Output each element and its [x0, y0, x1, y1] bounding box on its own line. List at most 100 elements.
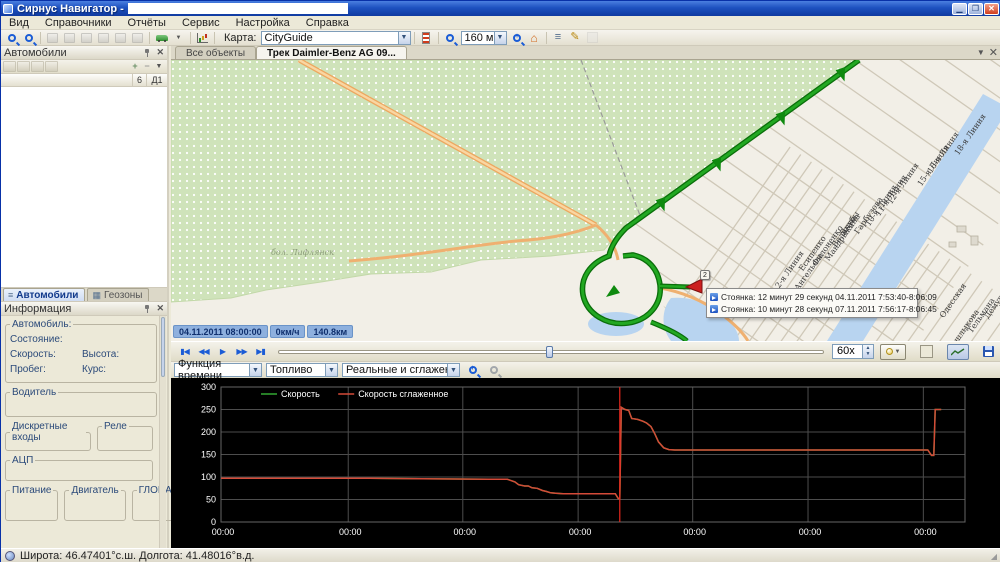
list-icon[interactable]: ≡	[550, 31, 567, 45]
copy-icon[interactable]	[61, 31, 78, 45]
zoom-icon[interactable]	[20, 31, 37, 45]
driver-group: Водитель	[5, 387, 157, 417]
vehicles-list[interactable]	[1, 87, 167, 288]
edit-icon[interactable]	[44, 31, 61, 45]
remove-icon[interactable]: −	[141, 61, 153, 72]
export-icon[interactable]	[17, 61, 30, 72]
resize-grip[interactable]: ◢	[991, 552, 997, 561]
pin-icon[interactable]	[143, 304, 151, 314]
svg-text:00:00: 00:00	[212, 527, 235, 537]
note-edit-icon[interactable]: ✎	[567, 31, 584, 45]
app-window: Сирнус Навигатор - ▁ ❐ ✕ Вид Справочники…	[0, 0, 1000, 562]
pin-icon[interactable]	[143, 48, 151, 58]
window-title: Сирнус Навигатор -	[17, 3, 124, 15]
option-checkbox[interactable]	[920, 345, 933, 358]
track-highlight-button[interactable]: ▼	[880, 344, 906, 360]
map-combo-label: Карта:	[224, 32, 257, 44]
hud-datetime: 04.11.2011 08:00:00	[173, 325, 268, 338]
vehicle-icon[interactable]	[153, 31, 170, 45]
speed-chart[interactable]: 05010015020025030000:0000:0000:0000:0000…	[171, 378, 1000, 548]
speed-label: Скорость:	[10, 349, 82, 360]
column-d1[interactable]: Д1	[147, 74, 167, 86]
tab-geozones[interactable]: ▦ Геозоны	[87, 288, 149, 301]
zoom-out-icon[interactable]: –	[442, 31, 459, 45]
marker-count-badge[interactable]: 2	[700, 270, 710, 280]
map-small-icon: ▦	[92, 290, 101, 301]
zoom-in-icon[interactable]: +	[509, 31, 526, 45]
map-scale-combo[interactable]: 160 м ▼	[461, 31, 507, 45]
list-small-icon: ≡	[8, 290, 13, 300]
svg-text:300: 300	[201, 382, 216, 392]
combo-arrow-icon[interactable]: ▼	[325, 364, 337, 376]
timeline-slider-handle[interactable]	[546, 346, 553, 358]
add-icon[interactable]: +	[129, 61, 141, 72]
tab-all-objects[interactable]: Все объекты	[175, 46, 256, 59]
adc-label: АЦП	[10, 455, 35, 466]
tab-track[interactable]: Трек Daimler-Benz AG 09...	[256, 46, 407, 59]
graph-icon[interactable]	[194, 31, 211, 45]
state-label: Состояние:	[10, 334, 82, 345]
globe-small-icon[interactable]	[31, 61, 44, 72]
chart-zoom-in-icon[interactable]: +	[464, 363, 481, 377]
map-source-combo[interactable]: CityGuide ▼	[261, 31, 411, 45]
table-icon[interactable]	[112, 31, 129, 45]
report-icon[interactable]	[129, 31, 146, 45]
main-toolbar: ▼ Карта: CityGuide ▼ – 160 м ▼ + ⌂ ≡ ✎	[1, 30, 1000, 46]
height-label: Высота:	[82, 349, 119, 360]
menu-servis[interactable]: Сервис	[174, 16, 228, 30]
undo-icon[interactable]	[78, 31, 95, 45]
map-area-label: бол. Лифлянск	[271, 248, 334, 257]
minimize-button[interactable]: ▁	[952, 3, 967, 15]
timeline-slider[interactable]	[278, 344, 824, 360]
relay-label: Реле	[102, 421, 129, 432]
discrete-inputs-label: Дискретные входы	[10, 421, 86, 443]
combo-arrow-icon[interactable]: ▼	[398, 32, 410, 44]
left-panel-tabs: ≡ Автомобили ▦ Геозоны	[1, 288, 167, 302]
chart-mode-combo[interactable]: Функция времени ▼	[174, 363, 262, 377]
show-graph-toggle[interactable]	[947, 344, 969, 360]
driver-group-label: Водитель	[10, 387, 58, 398]
stop-info-row: Стоянка: 10 минут 28 секунд 07.11.2011 7…	[710, 303, 914, 315]
map-canvas[interactable]: 18-я Линия16-я Линия15-я Линия12-я Линия…	[171, 60, 1000, 341]
zoom-window-icon[interactable]	[3, 31, 20, 45]
combo-arrow-icon[interactable]: ▼	[494, 32, 506, 44]
close-panel-icon[interactable]: ✕	[156, 303, 164, 314]
info-panel-content: Автомобиль: Состояние: Скорость:Высота: …	[1, 316, 167, 561]
engine-label: Двигатель	[69, 485, 120, 496]
menu-spravka[interactable]: Справка	[298, 16, 357, 30]
layers-icon[interactable]	[418, 31, 435, 45]
restore-button[interactable]: ❐	[968, 3, 983, 15]
save-button[interactable]	[979, 344, 997, 360]
column-b[interactable]: 6	[133, 74, 147, 86]
playback-speed-spinner[interactable]: 60x ▲▼	[832, 344, 874, 359]
columns-dropdown-icon[interactable]: ▼	[153, 61, 165, 72]
adc-group: АЦП	[5, 455, 153, 481]
menu-vid[interactable]: Вид	[1, 16, 37, 30]
tab-vehicles[interactable]: ≡ Автомобили	[3, 288, 85, 301]
info-scrollbar[interactable]	[159, 316, 166, 561]
close-button[interactable]: ✕	[984, 3, 999, 15]
find-icon[interactable]	[45, 61, 58, 72]
tab-list-dropdown-icon[interactable]: ▼	[977, 48, 985, 57]
refresh-icon[interactable]	[95, 31, 112, 45]
svg-text:00:00: 00:00	[339, 527, 362, 537]
combo-arrow-icon[interactable]: ▼	[249, 364, 261, 376]
home-icon[interactable]: ⌂	[526, 31, 543, 45]
vehicle-dropdown-icon[interactable]: ▼	[170, 31, 187, 45]
print-icon[interactable]	[3, 61, 16, 72]
chart-param-value: Топливо	[270, 364, 312, 376]
menu-nastroyka[interactable]: Настройка	[228, 16, 298, 30]
chart-param-combo[interactable]: Топливо ▼	[266, 363, 338, 377]
app-icon	[3, 4, 13, 14]
bulb-dropdown-icon[interactable]: ▼	[895, 349, 901, 355]
chart-values-combo[interactable]: Реальные и сглаженные значен ▼	[342, 363, 460, 377]
tab-close-icon[interactable]: ✕	[989, 46, 998, 59]
chart-zoom-out-icon[interactable]	[485, 363, 502, 377]
map-hud: 04.11.2011 08:00:00 0км/ч 140.8км	[173, 325, 353, 338]
combo-arrow-icon[interactable]: ▼	[447, 364, 459, 376]
vehicle-group-label: Автомобиль:	[10, 319, 73, 330]
close-panel-icon[interactable]: ✕	[156, 47, 164, 58]
menu-spravochniki[interactable]: Справочники	[37, 16, 120, 30]
spinner-arrows-icon[interactable]: ▲▼	[862, 345, 873, 358]
menu-otchety[interactable]: Отчёты	[120, 16, 174, 30]
